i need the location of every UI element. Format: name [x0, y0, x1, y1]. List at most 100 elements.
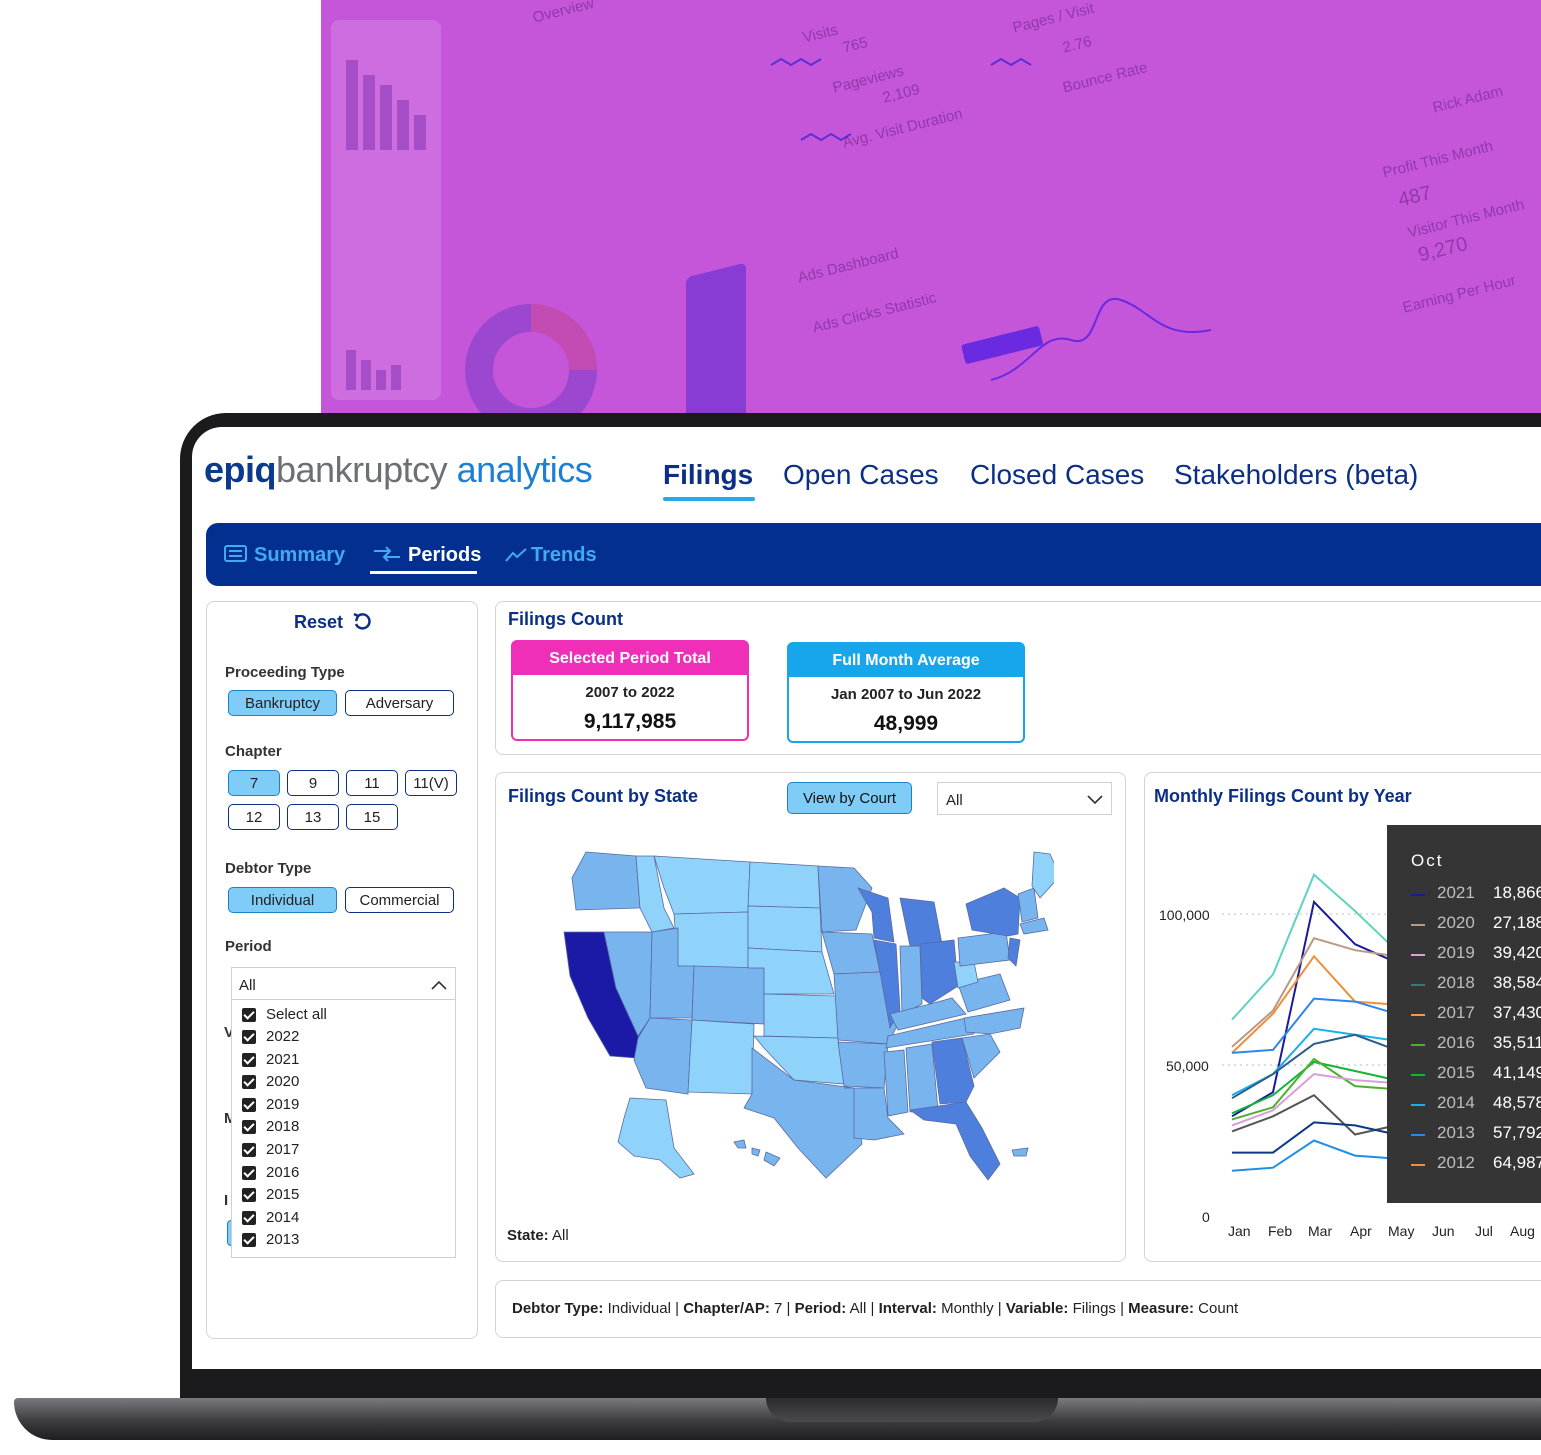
map-state-north-dakota[interactable] [747, 861, 821, 909]
series-line-2010[interactable] [1231, 1139, 1397, 1172]
hidden-label-i: I [224, 1192, 229, 1209]
state-select[interactable]: All [937, 782, 1112, 815]
map-state-wyoming[interactable] [673, 911, 749, 969]
period-option-2013[interactable]: 2013 [242, 1231, 299, 1248]
summary-icon [224, 545, 247, 562]
period-option-2021[interactable]: 2021 [242, 1051, 299, 1068]
map-state-colorado[interactable] [691, 965, 765, 1025]
tooltip-swatch [1411, 924, 1425, 926]
laptop-notch [766, 1398, 1058, 1422]
kpi-subtitle: Jan 2007 to Jun 2022 [830, 686, 982, 703]
period-option-2022[interactable]: 2022 [242, 1028, 299, 1045]
map-state-arizona[interactable] [633, 1017, 693, 1095]
map-state-mississippi[interactable] [883, 1049, 909, 1117]
checkbox-checked-icon [242, 1210, 256, 1225]
tab-summary[interactable]: Summary [224, 544, 345, 567]
map-state-ohio[interactable] [919, 939, 959, 1005]
map-state-north-carolina[interactable] [963, 1007, 1025, 1035]
map-state-south-dakota[interactable] [747, 905, 823, 953]
tooltip-year: 2012 [1437, 1153, 1475, 1172]
map-state-alaska[interactable] [617, 1097, 695, 1179]
series-line-2011[interactable] [1232, 1121, 1397, 1154]
period-option-2015[interactable]: 2015 [242, 1186, 299, 1203]
tooltip-swatch [1411, 1134, 1425, 1136]
map-state-montana[interactable] [653, 855, 751, 915]
tab-trends[interactable]: Trends [505, 544, 597, 567]
kpi-header: Full Month Average [789, 644, 1023, 677]
period-option-2018[interactable]: 2018 [242, 1118, 299, 1135]
period-option-2020[interactable]: 2020 [242, 1073, 299, 1090]
chip-chapter-9[interactable]: 9 [287, 770, 339, 796]
period-select[interactable]: All [231, 967, 456, 1000]
logo-bankruptcy: bankruptcy [276, 449, 448, 490]
series-line-2016[interactable] [1231, 1033, 1397, 1100]
map-state-kansas[interactable] [763, 993, 839, 1039]
series-line-2019[interactable] [1231, 954, 1397, 1054]
chip-chapter-13[interactable]: 13 [287, 804, 339, 830]
chip-bankruptcy[interactable]: Bankruptcy [228, 690, 337, 716]
map-state-pennsylvania[interactable] [957, 931, 1011, 967]
chip-chapter-11v[interactable]: 11(V) [405, 770, 457, 796]
map-state-vermont-nh[interactable] [1017, 887, 1039, 923]
nav-open-cases[interactable]: Open Cases [783, 459, 939, 491]
series-line-2014[interactable] [1231, 1057, 1397, 1121]
kpi-full-month-average: Full Month Average Jan 2007 to Jun 2022 … [787, 642, 1025, 743]
logo-analytics: analytics [456, 449, 593, 490]
app-logo[interactable]: epiqbankruptcy analytics [204, 449, 593, 491]
map-state-florida[interactable] [908, 1101, 1001, 1181]
period-option-label: 2020 [266, 1073, 300, 1090]
map-state-indiana[interactable] [899, 945, 923, 1015]
chip-adversary[interactable]: Adversary [345, 690, 454, 716]
nav-filings[interactable]: Filings [663, 459, 753, 491]
summary-value: 7 [769, 1300, 783, 1317]
map-state-hawaii[interactable] [733, 1139, 781, 1167]
map-state-new-jersey[interactable] [1007, 937, 1021, 967]
tooltip-swatch [1411, 954, 1425, 956]
logo-epiq: epiq [204, 449, 277, 490]
checkbox-checked-icon [242, 1007, 256, 1022]
period-select-value: All [239, 977, 256, 994]
tab-periods[interactable]: Periods [372, 544, 481, 567]
view-by-court-button[interactable]: View by Court [787, 782, 912, 814]
kpi-selected-period-total: Selected Period Total 2007 to 2022 9,117… [511, 640, 749, 741]
map-territory-puerto-rico[interactable] [1011, 1147, 1029, 1157]
summary-key: Interval: [878, 1300, 937, 1317]
chip-chapter-11[interactable]: 11 [346, 770, 398, 796]
nav-closed-cases[interactable]: Closed Cases [970, 459, 1144, 491]
us-state-map[interactable] [554, 848, 1054, 1188]
tooltip-year: 2021 [1437, 883, 1475, 902]
y-tick-0: 0 [1202, 1209, 1210, 1225]
period-label: Period [225, 938, 272, 955]
chip-chapter-12[interactable]: 12 [228, 804, 280, 830]
map-state-washington-oregon[interactable] [571, 851, 641, 911]
checkbox-checked-icon [242, 1119, 256, 1134]
chip-chapter-7[interactable]: 7 [228, 770, 280, 796]
map-state-new-mexico[interactable] [687, 1019, 755, 1095]
nav-stakeholders[interactable]: Stakeholders (beta) [1174, 459, 1418, 491]
map-state-new-york[interactable] [965, 887, 1021, 937]
chip-commercial[interactable]: Commercial [345, 887, 454, 913]
period-option-label: 2018 [266, 1118, 300, 1135]
summary-value: Individual [603, 1300, 671, 1317]
period-option-2016[interactable]: 2016 [242, 1164, 299, 1181]
chip-individual[interactable]: Individual [228, 887, 337, 913]
map-state-arkansas[interactable] [837, 1041, 889, 1089]
state-filter-caption: State: All [507, 1227, 569, 1244]
period-option-select-all[interactable]: Select all [242, 1006, 327, 1023]
map-state-michigan[interactable] [899, 897, 943, 947]
map-state-maine[interactable] [1031, 851, 1054, 899]
period-option-2017[interactable]: 2017 [242, 1141, 299, 1158]
map-state-iowa[interactable] [821, 931, 881, 975]
map-state-minnesota[interactable] [817, 865, 873, 933]
summary-key: Chapter/AP: [683, 1300, 770, 1317]
period-option-2014[interactable]: 2014 [242, 1209, 299, 1226]
period-option-2019[interactable]: 2019 [242, 1096, 299, 1113]
checkbox-checked-icon [242, 1232, 256, 1247]
chip-chapter-15[interactable]: 15 [346, 804, 398, 830]
filings-count-panel: Filings Count Selected Period Total 2007… [495, 601, 1541, 755]
chart-tooltip: Oct 2021 18,866 2020 27,188 2019 39,420 2018 38… [1387, 825, 1541, 1203]
chevron-up-icon [431, 980, 447, 990]
kpi-subtitle: 2007 to 2022 [585, 684, 675, 701]
reset-button[interactable]: Reset [294, 612, 372, 633]
bg-text-1: Overview [531, 0, 596, 27]
